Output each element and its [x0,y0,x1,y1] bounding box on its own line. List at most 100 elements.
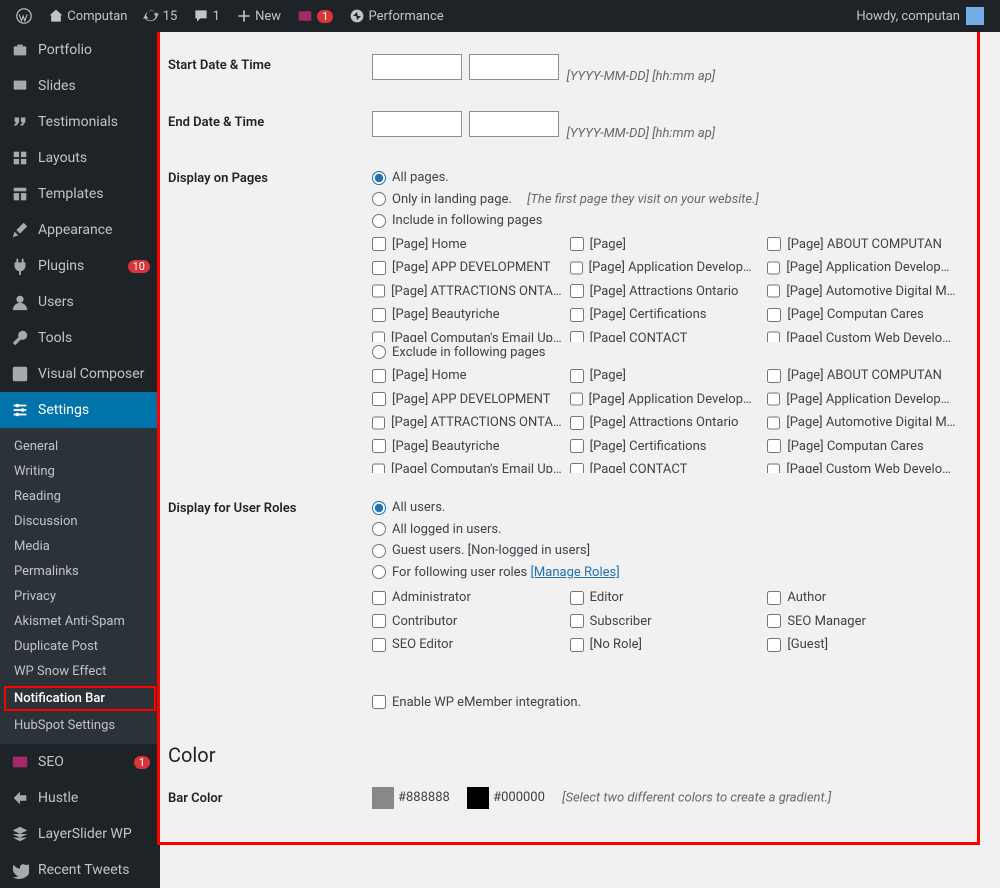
radio-logged-users[interactable]: All logged in users. [372,519,957,541]
page-checkbox[interactable]: [Page] APP DEVELOPMENT [372,389,562,411]
page-checkbox[interactable]: [Page] APP DEVELOPMENT [372,257,562,279]
submenu-privacy[interactable]: Privacy [0,584,160,609]
page-checkbox[interactable]: [Page] CONTACT [570,328,760,342]
page-checkbox[interactable]: [Page] ABOUT COMPUTAN [767,365,957,387]
end-time-input[interactable] [469,111,559,137]
role-checkbox[interactable]: Contributor [372,611,562,633]
end-date-input[interactable] [372,111,462,137]
updates[interactable]: 15 [135,0,185,32]
emember-checkbox[interactable]: Enable WP eMember integration. [372,692,957,714]
page-checkbox[interactable]: [Page] Computan Cares [767,304,957,326]
page-checkbox[interactable]: [Page] Application Development [767,389,957,411]
brush-icon [10,220,30,240]
page-checkbox[interactable]: [Page] Computan Cares [767,436,957,458]
page-checkbox[interactable]: [Page] Application Development [570,389,760,411]
page-checkbox[interactable]: [Page] Attractions Ontario [570,412,760,434]
page-checkbox[interactable]: [Page] Beautyriche [372,304,562,326]
page-checkbox[interactable]: [Page] Attractions Ontario [570,281,760,303]
submenu-discussion[interactable]: Discussion [0,509,160,534]
menu-appearance[interactable]: Appearance [0,212,160,248]
role-checkbox[interactable]: SEO Editor [372,634,562,656]
menu-tools[interactable]: Tools [0,320,160,356]
menu-users[interactable]: Users [0,284,160,320]
submenu-media[interactable]: Media [0,534,160,559]
radio-landing-page[interactable]: Only in landing page. [The first page th… [372,189,957,211]
layouts-icon [10,148,30,168]
role-checkbox[interactable]: [No Role] [570,634,760,656]
page-checkbox[interactable]: [Page] Home [372,234,562,256]
radio-include-pages[interactable]: Include in following pages [372,210,957,232]
page-checkbox[interactable]: [Page] [570,365,760,387]
new-content[interactable]: New [228,0,289,32]
wp-logo[interactable] [8,0,40,32]
menu-layerslider-wp[interactable]: LayerSlider WP [0,816,160,852]
vc-icon [10,364,30,384]
page-checkbox[interactable]: [Page] Application Development [570,257,760,279]
menu-slides[interactable]: Slides [0,68,160,104]
comments[interactable]: 1 [185,0,228,32]
page-checkbox[interactable]: [Page] Custom Web Development Se [767,328,957,342]
color1-swatch[interactable] [372,787,394,809]
submenu-duplicate-post[interactable]: Duplicate Post [0,634,160,659]
submenu-permalinks[interactable]: Permalinks [0,559,160,584]
menu-settings[interactable]: Settings [0,392,160,428]
date-format-hint: [YYYY-MM-DD] [hh:mm ap] [566,126,715,141]
color2-swatch[interactable] [467,787,489,809]
page-checkbox[interactable]: [Page] [570,234,760,256]
menu-recent-tweets[interactable]: Recent Tweets [0,852,160,888]
page-checkbox[interactable]: [Page] Application Development [767,257,957,279]
hustle-icon [10,788,30,808]
submenu-general[interactable]: General [0,434,160,459]
menu-seo[interactable]: SEO1 [0,744,160,780]
submenu-reading[interactable]: Reading [0,484,160,509]
menu-plugins[interactable]: Plugins10 [0,248,160,284]
menu-portfolio[interactable]: Portfolio [0,32,160,68]
page-checkbox[interactable]: [Page] Home [372,365,562,387]
submenu-akismet-anti-spam[interactable]: Akismet Anti-Spam [0,609,160,634]
page-checkbox[interactable]: [Page] ATTRACTIONS ONTARIO [372,412,562,434]
radio-all-pages[interactable]: All pages. [372,167,957,189]
howdy-user[interactable]: Howdy, computan [848,0,992,32]
menu-testimonials[interactable]: Testimonials [0,104,160,140]
yoast[interactable]: 1 [289,0,341,32]
radio-exclude-pages[interactable]: Exclude in following pages [372,342,957,364]
page-checkbox[interactable]: [Page] Certifications [570,304,760,326]
radio-guest-users[interactable]: Guest users. [Non-logged in users] [372,540,957,562]
site-name[interactable]: Computan [40,0,135,32]
page-checkbox[interactable]: [Page] Certifications [570,436,760,458]
page-checkbox[interactable]: [Page] CONTACT [570,459,760,473]
page-checkbox[interactable]: [Page] Custom Web Development Se [767,459,957,473]
menu-layouts[interactable]: Layouts [0,140,160,176]
role-checkbox[interactable]: Author [767,587,957,609]
color-hint: [Select two different colors to create a… [562,790,831,805]
menu-hustle[interactable]: Hustle [0,780,160,816]
start-time-input[interactable] [469,54,559,80]
layers-icon [10,824,30,844]
role-checkbox[interactable]: Subscriber [570,611,760,633]
page-checkbox[interactable]: [Page] ABOUT COMPUTAN [767,234,957,256]
page-checkbox[interactable]: [Page] Computan's Email Upgrade [372,328,562,342]
submenu-hubspot-settings[interactable]: HubSpot Settings [0,713,160,738]
page-checkbox[interactable]: [Page] Automotive Digital Marketing S [767,412,957,434]
radio-all-users[interactable]: All users. [372,497,957,519]
performance[interactable]: Performance [341,0,451,32]
users-icon [10,292,30,312]
role-checkbox[interactable]: Editor [570,587,760,609]
submenu-wp-snow-effect[interactable]: WP Snow Effect [0,659,160,684]
submenu-notification-bar[interactable]: Notification Bar [4,686,156,711]
role-checkbox[interactable]: Administrator [372,587,562,609]
page-checkbox[interactable]: [Page] Beautyriche [372,436,562,458]
submenu-writing[interactable]: Writing [0,459,160,484]
page-checkbox[interactable]: [Page] Automotive Digital Marketing S [767,281,957,303]
role-checkbox[interactable]: [Guest] [767,634,957,656]
menu-templates[interactable]: Templates [0,176,160,212]
page-checkbox[interactable]: [Page] Computan's Email Upgrade [372,459,562,473]
seo-icon [10,752,30,772]
radio-specific-roles[interactable]: For following user roles [Manage Roles] [372,562,957,584]
include-pages-list: [Page] Home[Page][Page] ABOUT COMPUTAN[P… [372,232,957,342]
manage-roles-link[interactable]: [Manage Roles] [530,565,619,580]
start-date-input[interactable] [372,54,462,80]
page-checkbox[interactable]: [Page] ATTRACTIONS ONTARIO [372,281,562,303]
role-checkbox[interactable]: SEO Manager [767,611,957,633]
menu-visual-composer[interactable]: Visual Composer [0,356,160,392]
